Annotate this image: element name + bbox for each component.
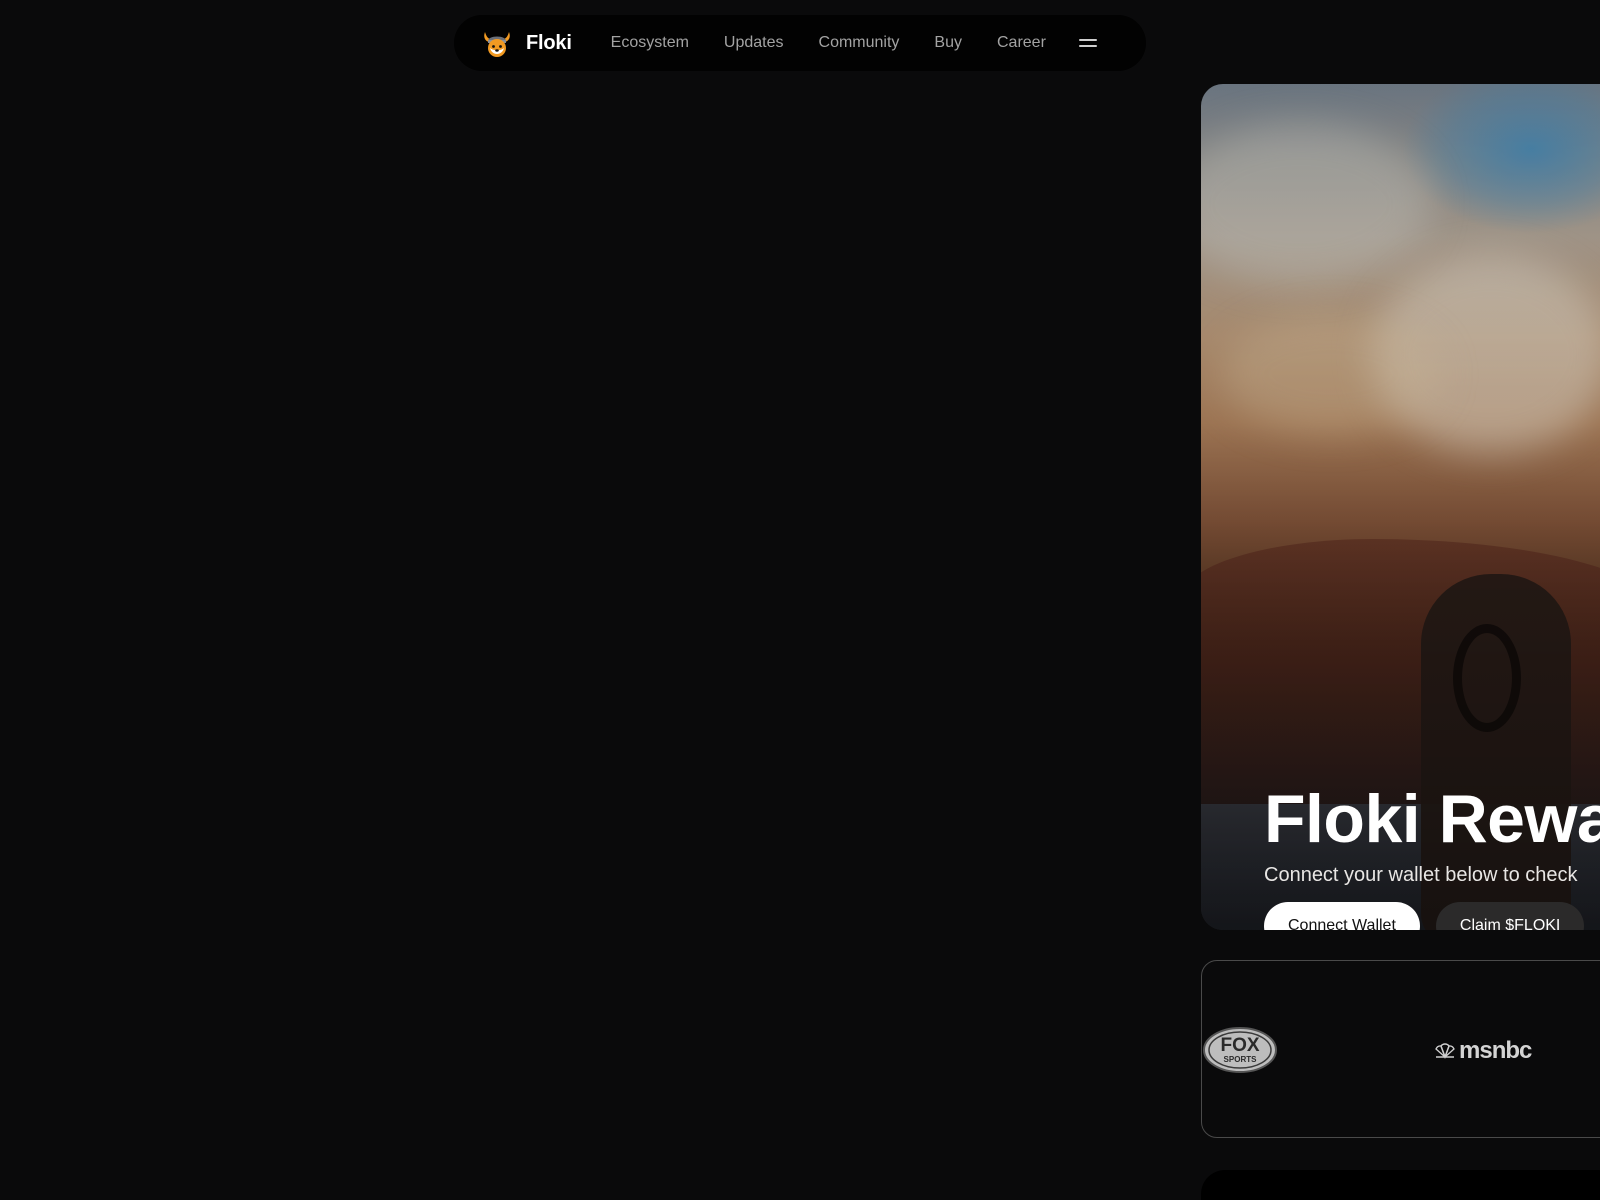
- page: Floki Ecosystem Updates Community Buy Ca…: [0, 0, 1600, 1200]
- svg-text:SPORTS: SPORTS: [1224, 1055, 1258, 1064]
- brand-name: Floki: [526, 31, 572, 54]
- nav-link-ecosystem[interactable]: Ecosystem: [611, 34, 689, 52]
- nav-link-career[interactable]: Career: [997, 34, 1046, 52]
- hero-title: Floki Rewa: [1264, 780, 1600, 857]
- nav-link-updates[interactable]: Updates: [724, 34, 784, 52]
- top-nav: Floki Ecosystem Updates Community Buy Ca…: [454, 15, 1146, 71]
- hero-subtitle: Connect your wallet below to check: [1264, 864, 1578, 886]
- floki-logo-icon: [480, 26, 514, 60]
- hero-buttons: Connect Wallet Claim $FLOKI: [1264, 902, 1585, 930]
- claim-floki-button[interactable]: Claim $FLOKI: [1435, 902, 1585, 930]
- press-logos-card: FOX SPORTS msnbc: [1201, 960, 1600, 1138]
- logo-link[interactable]: Floki: [480, 26, 572, 60]
- msnbc-logo: msnbc: [1433, 1037, 1532, 1065]
- nav-links: Ecosystem Updates Community Buy Career: [611, 34, 1097, 52]
- msnbc-wordmark: msnbc: [1459, 1037, 1532, 1064]
- svg-text:FOX: FOX: [1220, 1035, 1259, 1056]
- hamburger-menu-icon[interactable]: [1078, 37, 1097, 49]
- nav-link-community[interactable]: Community: [819, 34, 900, 52]
- fox-sports-logo: FOX SPORTS: [1202, 1026, 1278, 1074]
- peacock-icon: [1433, 1043, 1457, 1059]
- connect-wallet-button[interactable]: Connect Wallet: [1264, 902, 1420, 930]
- hero-card: Floki Rewa Connect your wallet below to …: [1201, 84, 1600, 930]
- next-section-card: [1201, 1170, 1600, 1200]
- nav-link-buy[interactable]: Buy: [934, 34, 962, 52]
